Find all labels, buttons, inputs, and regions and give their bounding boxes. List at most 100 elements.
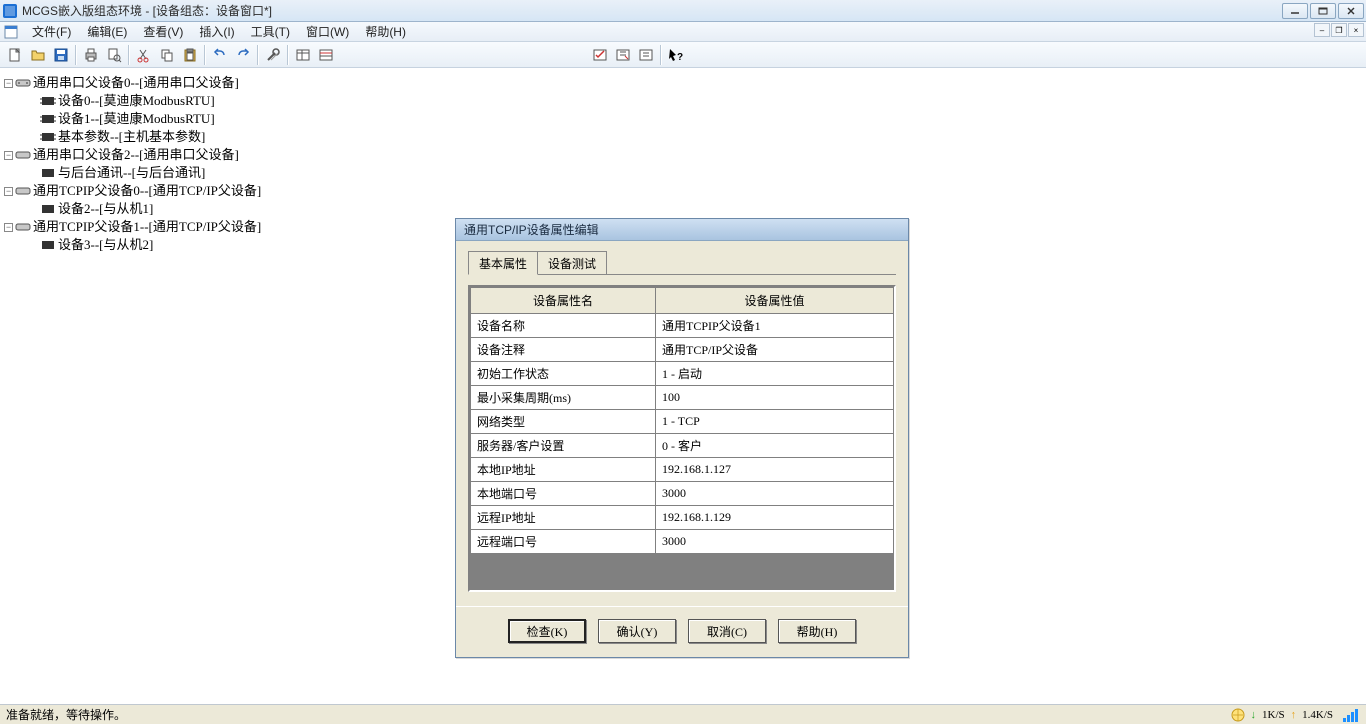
table-footer [470,554,894,590]
tb-opt2-icon[interactable] [612,44,634,66]
chip-icon [40,94,56,108]
network-indicator: ↓ 1K/S ↑ 1.4K/S [1231,708,1361,722]
menu-view[interactable]: 查看(V) [135,23,191,40]
menu-window[interactable]: 窗口(W) [298,23,357,40]
property-value[interactable]: 3000 [656,482,894,506]
mdi-min-button[interactable]: – [1314,23,1330,37]
property-value[interactable]: 1 - TCP [656,410,894,434]
close-button[interactable] [1338,3,1364,19]
property-table[interactable]: 设备属性名 设备属性值 设备名称通用TCPIP父设备1设备注释通用TCP/IP父… [470,287,894,554]
property-value[interactable]: 192.168.1.127 [656,458,894,482]
tb-copy-icon[interactable] [156,44,178,66]
mdi-close-button[interactable]: × [1348,23,1364,37]
property-value[interactable]: 通用TCP/IP父设备 [656,338,894,362]
menu-file[interactable]: 文件(F) [24,23,79,40]
tb-redo-icon[interactable] [232,44,254,66]
menu-insert[interactable]: 插入(I) [191,23,242,40]
property-row[interactable]: 远程端口号3000 [471,530,894,554]
tree-label: 通用串口父设备0--[通用串口父设备] [33,74,239,92]
tree-label: 设备1--[莫迪康ModbusRTU] [58,110,215,128]
property-name: 远程IP地址 [471,506,656,530]
property-value[interactable]: 1 - 启动 [656,362,894,386]
tree-label: 通用TCPIP父设备1--[通用TCP/IP父设备] [33,218,261,236]
app-icon [2,3,18,19]
tab-device-test[interactable]: 设备测试 [537,251,607,274]
tree-node-backend-comm[interactable]: 与后台通讯--[与后台通讯] [4,164,1362,182]
tree-label: 通用TCPIP父设备0--[通用TCP/IP父设备] [33,182,261,200]
tb-paste-icon[interactable] [179,44,201,66]
chip-icon [40,130,56,144]
tb-save-icon[interactable] [50,44,72,66]
tb-undo-icon[interactable] [209,44,231,66]
property-value[interactable]: 100 [656,386,894,410]
property-row[interactable]: 最小采集周期(ms)100 [471,386,894,410]
dialog-title: 通用TCP/IP设备属性编辑 [456,219,908,241]
arrow-up-icon: ↑ [1291,709,1297,721]
menu-tools[interactable]: 工具(T) [243,23,298,40]
tree-node-device-1[interactable]: 设备1--[莫迪康ModbusRTU] [4,110,1362,128]
tb-db1-icon[interactable] [292,44,314,66]
check-button[interactable]: 检查(K) [508,619,586,643]
property-row[interactable]: 本地端口号3000 [471,482,894,506]
property-row[interactable]: 网络类型1 - TCP [471,410,894,434]
tb-preview-icon[interactable] [103,44,125,66]
device-icon [15,148,31,162]
property-table-wrap: 设备属性名 设备属性值 设备名称通用TCPIP父设备1设备注释通用TCP/IP父… [468,285,896,592]
collapse-icon[interactable]: − [4,79,13,88]
cancel-button[interactable]: 取消(C) [688,619,766,643]
property-value[interactable]: 0 - 客户 [656,434,894,458]
menu-edit[interactable]: 编辑(E) [79,23,135,40]
tree-label: 设备3--[与从机2] [58,236,153,254]
property-row[interactable]: 设备注释通用TCP/IP父设备 [471,338,894,362]
tcpip-property-dialog: 通用TCP/IP设备属性编辑 基本属性 设备测试 设备属性名 设备属性值 设备名… [455,218,909,658]
minimize-button[interactable] [1282,3,1308,19]
tb-print-icon[interactable] [80,44,102,66]
device-icon [15,76,31,90]
tree-label: 设备0--[莫迪康ModbusRTU] [58,92,215,110]
property-name: 最小采集周期(ms) [471,386,656,410]
tree-node-basic-params[interactable]: 基本参数--[主机基本参数] [4,128,1362,146]
property-value[interactable]: 3000 [656,530,894,554]
tb-open-icon[interactable] [27,44,49,66]
upload-speed: 1.4K/S [1302,709,1333,721]
tree-node-device-0[interactable]: 设备0--[莫迪康ModbusRTU] [4,92,1362,110]
tb-whatsthis-icon[interactable]: ? [665,44,687,66]
device-icon [15,184,31,198]
tb-opt1-icon[interactable] [589,44,611,66]
tb-tools-icon[interactable] [262,44,284,66]
status-text: 准备就绪，等待操作。 [6,706,126,723]
help-button[interactable]: 帮助(H) [778,619,856,643]
tree-node-tcpip-parent-0[interactable]: − 通用TCPIP父设备0--[通用TCP/IP父设备] [4,182,1362,200]
chip-icon [40,202,56,216]
tree-node-serial-parent-2[interactable]: − 通用串口父设备2--[通用串口父设备] [4,146,1362,164]
maximize-button[interactable] [1310,3,1336,19]
tree-node-device-2[interactable]: 设备2--[与从机1] [4,200,1362,218]
arrow-down-icon: ↓ [1251,709,1257,721]
collapse-icon[interactable]: − [4,187,13,196]
property-row[interactable]: 本地IP地址192.168.1.127 [471,458,894,482]
status-bar: 准备就绪，等待操作。 ↓ 1K/S ↑ 1.4K/S [0,704,1366,724]
ok-button[interactable]: 确认(Y) [598,619,676,643]
net-globe-icon [1231,708,1245,722]
tree-node-serial-parent-0[interactable]: − 通用串口父设备0--[通用串口父设备] [4,74,1362,92]
property-row[interactable]: 设备名称通用TCPIP父设备1 [471,314,894,338]
tab-basic-properties[interactable]: 基本属性 [468,251,538,275]
property-value[interactable]: 通用TCPIP父设备1 [656,314,894,338]
property-row[interactable]: 初始工作状态1 - 启动 [471,362,894,386]
mdi-restore-button[interactable]: ❐ [1331,23,1347,37]
download-speed: 1K/S [1262,709,1285,721]
property-name: 设备名称 [471,314,656,338]
tb-opt3-icon[interactable] [635,44,657,66]
property-row[interactable]: 服务器/客户设置0 - 客户 [471,434,894,458]
tb-new-icon[interactable] [4,44,26,66]
property-name: 初始工作状态 [471,362,656,386]
collapse-icon[interactable]: − [4,223,13,232]
signal-bars-icon [1343,708,1358,722]
property-row[interactable]: 远程IP地址192.168.1.129 [471,506,894,530]
property-value[interactable]: 192.168.1.129 [656,506,894,530]
tab-strip: 基本属性 设备测试 [468,251,896,275]
tb-cut-icon[interactable] [133,44,155,66]
collapse-icon[interactable]: − [4,151,13,160]
tb-db2-icon[interactable] [315,44,337,66]
menu-help[interactable]: 帮助(H) [357,23,414,40]
